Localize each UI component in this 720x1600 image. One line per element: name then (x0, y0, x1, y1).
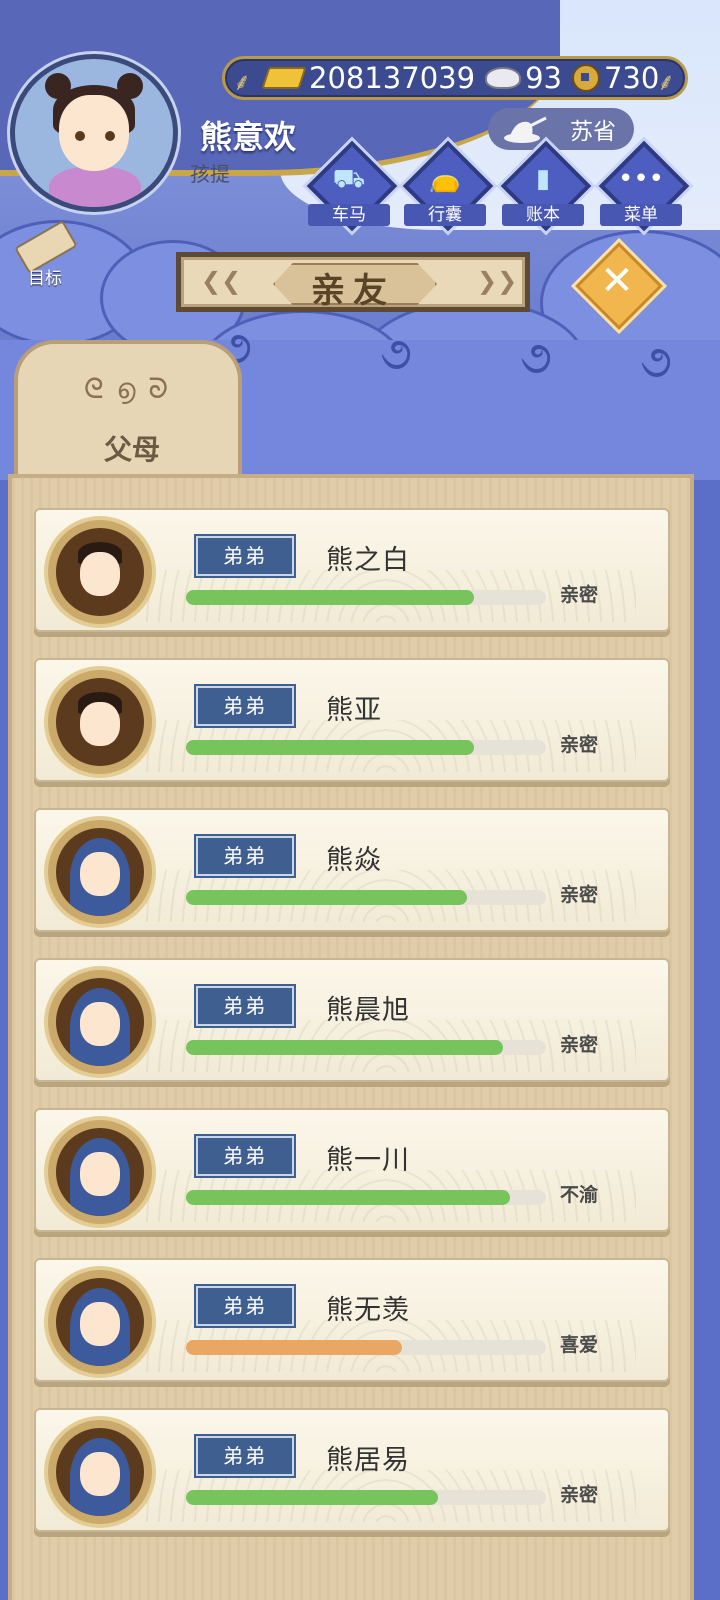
relation-badge: 弟弟 (196, 1286, 294, 1326)
gold-ingot-icon (261, 67, 307, 89)
close-icon[interactable]: ✕ (596, 258, 638, 304)
relation-badge: 弟弟 (196, 1436, 294, 1476)
relative-avatar[interactable] (56, 528, 144, 616)
relative-name: 熊居易 (326, 1445, 410, 1476)
relative-name: 熊之白 (326, 545, 410, 576)
carriage-label: 车马 (308, 204, 390, 226)
relative-avatar[interactable] (56, 1278, 144, 1366)
relative-row[interactable]: 弟弟 熊晨旭亲密 (34, 958, 670, 1082)
affection-status: 亲密 (560, 884, 599, 906)
affection-bar-fill (186, 1190, 510, 1205)
affection-bar (186, 1040, 546, 1055)
relative-row[interactable]: 弟弟 熊无羡喜爱 (34, 1258, 670, 1382)
relative-avatar[interactable] (56, 1428, 144, 1516)
relation-badge: 弟弟 (196, 836, 294, 876)
affection-status: 亲密 (560, 584, 599, 606)
goal-button[interactable]: 目标 (10, 220, 80, 289)
gold-amount: 208137039 (309, 61, 476, 95)
menu-label: 菜单 (600, 204, 682, 226)
page-title-plate: ❮❮ ❯❯ 亲友 (176, 252, 530, 312)
carriage-icon: ⛟ (332, 164, 366, 194)
affection-bar-fill (186, 740, 474, 755)
coin-amount: 730 (603, 61, 660, 95)
cloud-ornament-icon: ᘓ ൭ ᘐ (83, 372, 171, 405)
relative-row[interactable]: 弟弟 熊亚亲密 (34, 658, 670, 782)
bag-label: 行囊 (404, 204, 486, 226)
relative-avatar[interactable] (56, 828, 144, 916)
relative-row[interactable]: 弟弟 熊一川不渝 (34, 1108, 670, 1232)
currency-bar: ⸙ 208137039 93 730 ⸙ (222, 56, 688, 100)
affection-bar (186, 890, 546, 905)
affection-status: 亲密 (560, 1484, 599, 1506)
wheat-icon: ⸙ (233, 68, 251, 96)
affection-bar-fill (186, 590, 474, 605)
relative-name: 熊亚 (326, 695, 382, 726)
relation-badge: 弟弟 (196, 986, 294, 1026)
relative-avatar[interactable] (56, 1128, 144, 1216)
relation-badge: 弟弟 (196, 536, 294, 576)
affection-bar-fill (186, 1490, 438, 1505)
cloud-swirl-icon: ૭ (520, 330, 552, 384)
relative-name: 熊焱 (326, 845, 382, 876)
cloud-swirl-icon: ૭ (380, 326, 412, 380)
relation-badge: 弟弟 (196, 1136, 294, 1176)
relative-name: 熊一川 (326, 1145, 410, 1176)
page-title: 亲友 (311, 271, 395, 311)
relative-avatar[interactable] (56, 978, 144, 1066)
relation-badge: 弟弟 (196, 686, 294, 726)
ledger-icon: ▮ (535, 164, 551, 194)
bag-button[interactable]: 👝 行囊 (400, 140, 494, 232)
affection-bar-fill (186, 1340, 402, 1355)
player-avatar[interactable] (10, 54, 178, 212)
tab-parents[interactable]: ᘓ ൭ ᘐ 父母 (14, 340, 242, 480)
menu-button[interactable]: ••• 菜单 (596, 140, 690, 232)
relative-name: 熊无羡 (326, 1295, 410, 1326)
relative-row[interactable]: 弟弟 熊之白亲密 (34, 508, 670, 632)
affection-status: 亲密 (560, 734, 599, 756)
silver-ingot-icon (485, 67, 522, 89)
copper-coin-icon (571, 64, 600, 92)
relative-row[interactable]: 弟弟 熊焱亲密 (34, 808, 670, 932)
cloud-swirl-icon: ૭ (640, 334, 672, 388)
province-label: 苏省 (570, 119, 616, 145)
wheat-icon: ⸙ (657, 68, 675, 96)
ledger-button[interactable]: ▮ 账本 (498, 140, 592, 232)
affection-status: 亲密 (560, 1034, 599, 1056)
player-name: 熊意欢 (200, 118, 297, 156)
official-hat-icon (504, 116, 547, 143)
affection-bar (186, 590, 546, 605)
affection-bar (186, 740, 546, 755)
affection-status: 不渝 (560, 1184, 599, 1206)
relative-name: 熊晨旭 (326, 995, 410, 1026)
ledger-label: 账本 (502, 204, 584, 226)
affection-bar (186, 1490, 546, 1505)
goal-label: 目标 (28, 269, 62, 289)
affection-bar-fill (186, 1040, 503, 1055)
silver-amount: 93 (525, 61, 562, 95)
player-title: 孩提 (190, 162, 230, 186)
more-icon: ••• (617, 164, 664, 194)
affection-bar-fill (186, 890, 467, 905)
relative-avatar[interactable] (56, 678, 144, 766)
tab-label: 父母 (103, 433, 160, 466)
bag-icon: 👝 (428, 164, 462, 194)
affection-status: 喜爱 (560, 1334, 599, 1356)
carriage-button[interactable]: ⛟ 车马 (304, 140, 398, 232)
province-button[interactable]: 苏省 (488, 108, 634, 150)
affection-bar (186, 1340, 546, 1355)
relative-row[interactable]: 弟弟 熊居易亲密 (34, 1408, 670, 1532)
affection-bar (186, 1190, 546, 1205)
